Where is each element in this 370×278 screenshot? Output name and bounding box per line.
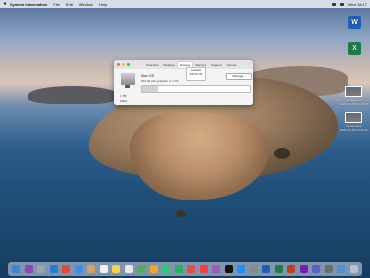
calendar-icon[interactable] — [99, 265, 108, 273]
storage-bar[interactable] — [141, 85, 251, 93]
island-cliff — [130, 112, 270, 200]
rock — [176, 210, 186, 217]
screenshot-icon — [345, 86, 363, 97]
news-icon[interactable] — [187, 265, 196, 273]
teams-icon[interactable] — [312, 265, 321, 273]
chrome-icon[interactable] — [62, 265, 71, 273]
launchpad-icon[interactable] — [37, 265, 46, 273]
screenshot-sublabel: 2020-11-18-13.46.21 — [340, 128, 368, 132]
status-area: Wed 18:17 — [331, 0, 367, 8]
menu-help[interactable]: Help — [99, 2, 107, 7]
downloads-icon[interactable] — [337, 265, 346, 273]
menu-app-name[interactable]: System Information — [10, 2, 47, 7]
music-icon[interactable] — [199, 265, 208, 273]
manage-button[interactable]: Manage... — [226, 73, 252, 80]
contacts-icon[interactable] — [87, 265, 96, 273]
clock[interactable]: Wed 18:17 — [348, 2, 367, 7]
screenshot-sublabel: 2020-11-18-13.45.08 — [340, 102, 368, 106]
rock — [274, 148, 290, 159]
appstore-icon[interactable] — [237, 265, 246, 273]
tooltip-title: Available — [190, 69, 202, 72]
zoom-button[interactable] — [127, 63, 130, 66]
podcasts-icon[interactable] — [212, 265, 221, 273]
desktop-screenshot-2[interactable]: Screenshot 2020-11-18-13.46.21 — [340, 112, 368, 132]
capacity-total: 1 TB — [120, 94, 127, 98]
tab-displays[interactable]: Displays — [162, 62, 177, 68]
desktop-word-file[interactable]: W — [348, 16, 361, 29]
storage-used-fill — [142, 86, 159, 92]
system-info-icon[interactable] — [324, 265, 333, 273]
window-controls — [117, 63, 130, 66]
capacity-type: Flash — [120, 99, 128, 103]
reminders-icon[interactable] — [124, 265, 133, 273]
apple-icon[interactable]: ● — [0, 1, 10, 7]
dock — [8, 262, 362, 276]
tab-support[interactable]: Support — [209, 62, 224, 68]
maps-icon[interactable] — [137, 265, 146, 273]
messages-icon[interactable] — [162, 265, 171, 273]
minimize-button[interactable] — [122, 63, 125, 66]
excel-icon: X — [348, 42, 361, 55]
menu-edit[interactable]: Edit — [66, 2, 73, 7]
desktop-screenshot-1[interactable]: Screenshot 2020-11-18-13.45.08 — [340, 86, 368, 106]
preferences-icon[interactable] — [249, 265, 258, 273]
disk-detail: 849,06 GB available of 1 TB — [141, 79, 179, 83]
onenote-icon[interactable] — [299, 265, 308, 273]
wifi-icon[interactable] — [331, 2, 336, 6]
finder-icon[interactable] — [12, 265, 21, 273]
desktop-excel-file[interactable]: X — [348, 42, 361, 55]
word-icon: W — [348, 16, 361, 29]
distant-island — [28, 86, 118, 104]
screenshot-icon — [345, 112, 363, 123]
battery-icon[interactable] — [339, 2, 344, 6]
menu-window[interactable]: Window — [79, 2, 93, 7]
menu-bar: ● System Information File Edit Window He… — [0, 0, 370, 8]
tooltip-value: 849,06 GB — [189, 73, 203, 76]
available-tooltip: Available 849,06 GB — [186, 67, 206, 81]
safari-icon[interactable] — [49, 265, 58, 273]
tab-overview[interactable]: Overview — [144, 62, 161, 68]
system-information-window: Overview Displays Storage Memory Support… — [114, 60, 253, 105]
tab-service[interactable]: Service — [225, 62, 239, 68]
powerpoint-icon[interactable] — [287, 265, 296, 273]
disk-name: Mac OS — [141, 74, 154, 78]
excel-icon[interactable] — [274, 265, 283, 273]
close-button[interactable] — [117, 63, 120, 66]
trash-icon[interactable] — [349, 265, 358, 273]
facetime-icon[interactable] — [174, 265, 183, 273]
siri-icon[interactable] — [24, 265, 33, 273]
disk-icon — [121, 73, 135, 88]
mail-icon[interactable] — [74, 265, 83, 273]
photos-icon[interactable] — [149, 265, 158, 273]
storage-pane: Mac OS 849,06 GB available of 1 TB Avail… — [114, 67, 253, 105]
tv-icon[interactable] — [224, 265, 233, 273]
menu-file[interactable]: File — [53, 2, 59, 7]
word-icon[interactable] — [262, 265, 271, 273]
notes-icon[interactable] — [112, 265, 121, 273]
title-bar: Overview Displays Storage Memory Support… — [114, 60, 253, 69]
